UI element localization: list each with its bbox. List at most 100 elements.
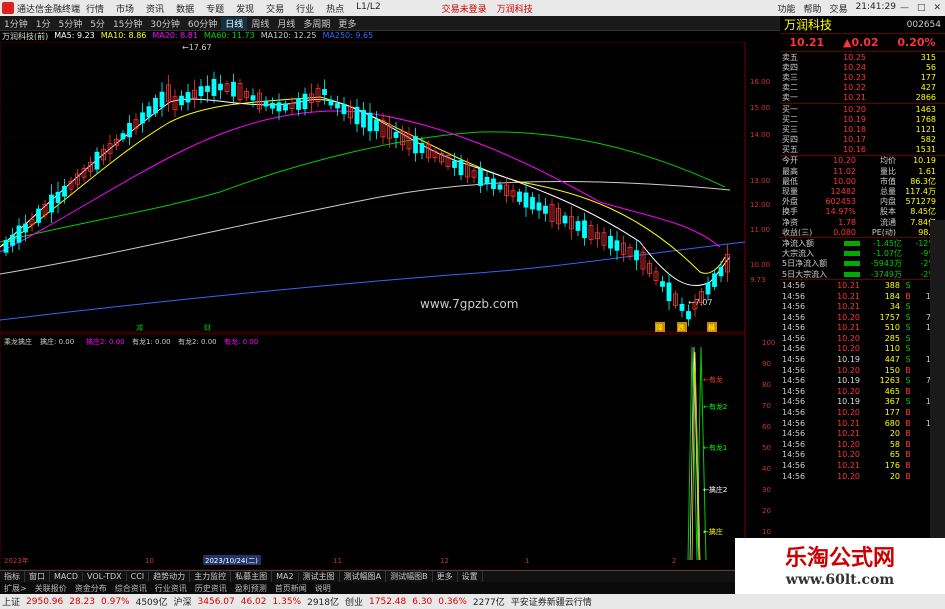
tick-price: 10.20 (837, 312, 860, 322)
candle-body (458, 159, 464, 176)
indicator-tab-9[interactable]: 测试主图 (299, 571, 340, 582)
tick-price: 10.21 (837, 323, 860, 333)
stat-value2: 1.61 (918, 166, 936, 176)
candle-body (205, 85, 210, 92)
indicator-tab-10[interactable]: 测试幅图A (340, 571, 387, 582)
period-tab-7[interactable]: 日线 (221, 16, 248, 30)
stat-row: 今开 10.20 均价 10.19 (780, 156, 945, 166)
tick-time: 14:56 (782, 450, 806, 460)
candle-body (140, 112, 145, 124)
indicator-tab-7[interactable]: 私募主图 (231, 571, 273, 582)
indicator-tab-4[interactable]: CCI (127, 572, 150, 581)
title-right-item-3[interactable]: 21:41:29 (856, 2, 896, 15)
indicator-value: 擒庄2: 0.00 (86, 337, 125, 346)
title-center-item-1[interactable]: 万润科技 (497, 2, 533, 15)
period-tab-6[interactable]: 60分钟 (184, 17, 221, 30)
title-right-item-2[interactable]: 交易 (830, 2, 848, 15)
stat-value2: 571279 (905, 197, 936, 207)
extension-tab-8[interactable]: 说明 (311, 583, 335, 594)
tick-price: 10.21 (837, 461, 860, 471)
period-tab-3[interactable]: 5分 (86, 17, 109, 30)
bid-row-2-price: 10.18 (843, 124, 866, 134)
title-center-item-0[interactable]: 交易未登录 (442, 2, 487, 15)
stat-value: 1.78 (838, 217, 856, 227)
period-tab-9[interactable]: 月线 (273, 17, 299, 30)
indicator-tab-8[interactable]: MA2 (272, 572, 299, 581)
candle-body (36, 208, 41, 223)
extension-tab-4[interactable]: 行业资讯 (151, 583, 191, 594)
tick-row: 14:5610.19367S15 (780, 397, 945, 408)
tick-side: B (905, 386, 911, 396)
extension-tab-6[interactable]: 盈利预测 (231, 583, 271, 594)
tick-time: 14:56 (782, 386, 806, 396)
extension-tab-5[interactable]: 历史资讯 (191, 583, 231, 594)
extension-tab-2[interactable]: 资金分布 (71, 583, 111, 594)
candle-body (354, 106, 360, 125)
extension-tab-7[interactable]: 首页新闻 (271, 583, 311, 594)
tick-time: 14:56 (782, 418, 806, 428)
tick-side: S (905, 333, 911, 343)
x-axis-label: 2 (672, 557, 676, 565)
tick-price: 10.21 (837, 429, 860, 439)
right-scroll-strip[interactable] (930, 220, 945, 540)
indicator-tab-2[interactable]: MACD (50, 572, 83, 581)
indicator-tab-11[interactable]: 测试幅图B (386, 571, 433, 582)
status-item-6: 3456.07 (197, 596, 235, 607)
period-tab-1[interactable]: 1分 (32, 17, 55, 30)
stock-code: 002654 (906, 19, 941, 30)
candle-body (62, 185, 67, 197)
menu-item-9[interactable]: L1/L2 (350, 2, 387, 15)
flow-row: 5日净流入额 -5943万 -2% (780, 259, 945, 269)
tick-volume: 65 (889, 450, 900, 460)
extension-tab-3[interactable]: 综合资讯 (111, 583, 151, 594)
tick-side: S (905, 376, 911, 386)
indicator-tab-5[interactable]: 趋势动力 (149, 571, 191, 582)
chart-area[interactable]: ←17.67 ←7.07 www.7gpzb.com 减 财 降 跌 横 乘龙擒庄 擒庄: 0.… (0, 42, 780, 570)
period-tab-4[interactable]: 15分钟 (109, 17, 146, 30)
menu-item-5[interactable]: 发现 (230, 2, 260, 15)
indicator-tab-1[interactable]: 窗口 (25, 571, 50, 582)
menu-item-2[interactable]: 资讯 (140, 2, 170, 15)
indicator-tab-3[interactable]: VOL-TDX (83, 572, 127, 581)
candle-body (153, 98, 158, 114)
tick-price: 10.20 (837, 333, 860, 343)
menu-item-7[interactable]: 行业 (290, 2, 320, 15)
candle-body (452, 160, 457, 168)
candle-body (120, 133, 126, 140)
title-right-item-0[interactable]: 功能 (777, 2, 795, 15)
indicator-tab-12[interactable]: 更多 (433, 571, 458, 582)
candle-body (497, 184, 503, 190)
menu-item-0[interactable]: 行情 (80, 2, 110, 15)
tick-side: B (905, 291, 911, 301)
menu-item-4[interactable]: 专题 (200, 2, 230, 15)
indicator-tab-6[interactable]: 主力监控 (190, 571, 232, 582)
candle-body (10, 234, 15, 246)
indicator-tab-13[interactable]: 设置 (458, 571, 483, 582)
status-item-15: 平安证券新疆云行情 (510, 598, 592, 608)
period-tab-10[interactable]: 多周期 (299, 17, 334, 30)
bid-row-0-volume: 1463 (915, 104, 936, 114)
menu-item-1[interactable]: 市场 (110, 2, 140, 15)
menu-item-3[interactable]: 数据 (170, 2, 200, 15)
watermark-url: www.60lt.com (785, 572, 895, 588)
indicator-value: 有龙2: 0.00 (178, 337, 217, 346)
menu-item-8[interactable]: 热点 (320, 2, 350, 15)
extension-tab-1[interactable]: 关联报价 (31, 583, 71, 594)
tick-price: 10.21 (837, 302, 860, 312)
title-right-item-1[interactable]: 帮助 (803, 2, 821, 15)
period-tab-5[interactable]: 30分钟 (146, 17, 183, 30)
period-tab-0[interactable]: 1分钟 (0, 17, 32, 30)
menu-item-6[interactable]: 交易 (260, 2, 290, 15)
stat-value: 10.20 (833, 156, 856, 166)
extension-tab-0[interactable]: 扩展> (0, 583, 31, 594)
period-tab-8[interactable]: 周线 (247, 17, 273, 30)
maximize-icon[interactable]: □ (917, 3, 926, 13)
close-icon[interactable]: ✕ (933, 3, 941, 13)
period-tab-2[interactable]: 5分钟 (54, 17, 86, 30)
tick-volume: 177 (884, 408, 900, 418)
minimize-icon[interactable]: — (900, 3, 909, 13)
period-tab-11[interactable]: 更多 (334, 17, 360, 30)
indicator-tab-0[interactable]: 指标 (0, 571, 25, 582)
app-name: 通达信金融终端 (17, 4, 81, 15)
candle-body (543, 205, 548, 214)
